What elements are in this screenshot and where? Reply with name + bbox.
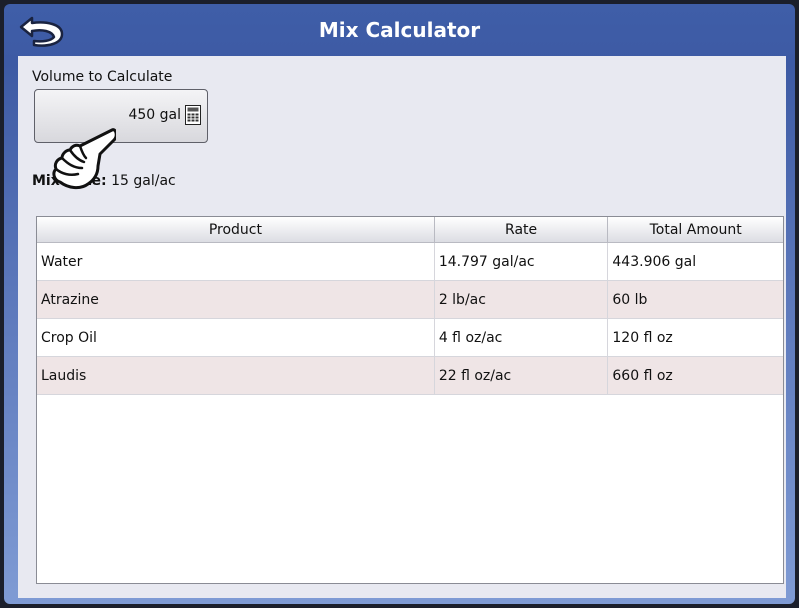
column-header-total-amount: Total Amount <box>607 217 783 243</box>
volume-value: 450 gal <box>128 107 181 123</box>
table-row[interactable]: Laudis 22 fl oz/ac 660 fl oz <box>37 356 783 395</box>
products-table: Product Rate Total Amount Water 14.797 g… <box>36 216 784 584</box>
rate-cell: 22 fl oz/ac <box>434 356 609 395</box>
volume-label: Volume to Calculate <box>32 69 173 85</box>
total-amount-cell: 60 lb <box>607 280 783 319</box>
product-cell: Crop Oil <box>37 318 435 357</box>
table-row[interactable]: Atrazine 2 lb/ac 60 lb <box>37 280 783 319</box>
column-header-rate: Rate <box>434 217 609 243</box>
table-header-row: Product Rate Total Amount <box>37 217 783 243</box>
rate-cell: 14.797 gal/ac <box>434 242 609 281</box>
app-window: Mix Calculator Volume to Calculate 450 g… <box>4 4 795 604</box>
content-panel: Volume to Calculate 450 gal Mix Rate: 15… <box>18 56 786 598</box>
table-row[interactable]: Water 14.797 gal/ac 443.906 gal <box>37 242 783 281</box>
title-bar: Mix Calculator <box>4 4 795 56</box>
pointing-hand-icon <box>52 128 116 190</box>
product-cell: Water <box>37 242 435 281</box>
calculator-icon <box>185 105 201 125</box>
product-cell: Laudis <box>37 356 435 395</box>
column-header-product: Product <box>37 217 435 243</box>
page-title: Mix Calculator <box>318 18 481 42</box>
mix-rate-value: 15 gal/ac <box>111 173 176 189</box>
rate-cell: 4 fl oz/ac <box>434 318 609 357</box>
product-cell: Atrazine <box>37 280 435 319</box>
rate-cell: 2 lb/ac <box>434 280 609 319</box>
total-amount-cell: 443.906 gal <box>607 242 783 281</box>
total-amount-cell: 120 fl oz <box>607 318 783 357</box>
table-row[interactable]: Crop Oil 4 fl oz/ac 120 fl oz <box>37 318 783 357</box>
total-amount-cell: 660 fl oz <box>607 356 783 395</box>
